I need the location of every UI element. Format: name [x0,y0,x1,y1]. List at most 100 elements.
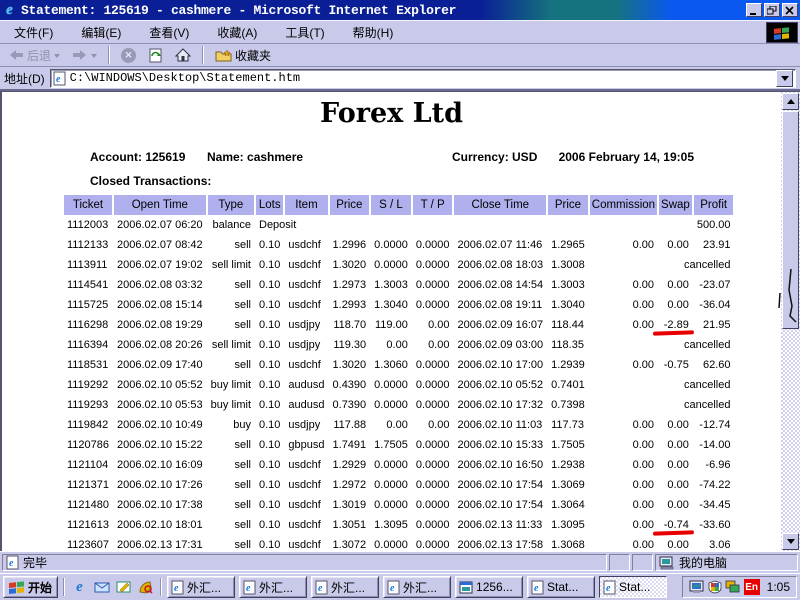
table-cell: 0.7390 [330,395,370,415]
restore-button[interactable] [764,3,780,17]
menu-edit[interactable]: 编辑(E) [81,24,121,41]
table-cell: usdjpy [285,335,327,355]
table-cell: 1.7505 [371,435,411,455]
table-cell: usdjpy [285,415,327,435]
svg-text:e: e [534,583,539,594]
home-button[interactable] [171,45,195,65]
taskbar-button-4[interactable]: e外汇... [383,576,451,598]
address-dropdown-button[interactable] [776,70,793,87]
status-panel-empty [632,554,653,571]
table-cell: 0.0000 [413,235,453,255]
close-button[interactable] [782,3,798,17]
taskbar-button-3[interactable]: e外汇... [311,576,379,598]
table-cell: 2006.02.13 11:33 [454,515,546,535]
table-row: 11214802006.02.10 17:38sell0.10usdchf1.3… [64,495,733,515]
table-cell: -14.00 [694,435,734,455]
taskbar-button-1[interactable]: e外汇... [167,576,235,598]
ie-quicklaunch-icon[interactable]: e [70,578,89,597]
table-cell: 1.2938 [548,455,588,475]
table-cell: 0.00 [590,435,657,455]
table-cell: 1.7491 [330,435,370,455]
network-monitors-icon[interactable] [725,580,741,594]
table-cell: -36.04 [694,295,734,315]
taskbar-button-7[interactable]: eStat... [599,576,667,598]
scroll-down-button[interactable] [782,533,799,550]
table-cell: buy limit [208,395,254,415]
language-indicator[interactable]: En [744,579,760,595]
taskbar-button-5[interactable]: 1256... [455,576,523,598]
menu-help[interactable]: 帮助(H) [353,24,394,41]
show-desktop-icon[interactable] [114,578,133,597]
scheduler-shield-icon[interactable] [708,580,722,594]
table-cell: 0.10 [256,235,283,255]
back-button[interactable]: 后退 [4,45,64,65]
favorites-button[interactable]: 收藏夹 [211,45,275,65]
table-cell: 2006.02.10 17:54 [454,475,546,495]
table-cell: 118.70 [330,315,370,335]
table-cell: -34.45 [694,495,734,515]
outlook-express-icon[interactable] [92,578,111,597]
taskbar-buttons: e外汇...e外汇...e外汇...e外汇...1256...eStat...e… [167,576,667,598]
forward-button[interactable] [68,45,101,65]
table-cell: 2006.02.10 11:03 [454,415,546,435]
table-cell: 2006.02.07 19:02 [114,255,206,275]
table-row: 11236072006.02.13 17:31sell0.10usdchf1.3… [64,535,733,551]
table-cell: 119.00 [371,315,411,335]
column-header: Open Time [114,195,206,215]
menu-tools[interactable]: 工具(T) [285,24,324,41]
closed-transactions-heading: Closed Transactions: [90,174,781,188]
menu-view[interactable]: 查看(V) [149,24,189,41]
table-cell: 1.2939 [548,355,588,375]
table-cell: 2006.02.10 16:50 [454,455,546,475]
table-cell: buy limit [208,375,254,395]
table-cell: 1.3068 [548,535,588,551]
column-header: Item [285,195,327,215]
task-button-label: 外汇... [403,579,437,596]
start-button[interactable]: 开始 [3,576,58,598]
ie-page-icon: e [603,580,616,595]
svg-text:e: e [606,583,611,594]
table-cell: 1116394 [64,335,112,355]
status-bar: e 完毕 我的电脑 [0,551,800,573]
table-cell: 2006.02.10 18:01 [114,515,206,535]
table-cell: 0.00 [659,535,692,551]
table-cell: 1116298 [64,315,112,335]
table-cell: 0.00 [590,455,657,475]
table-cell: 1.2972 [330,475,370,495]
table-cell: -23.07 [694,275,734,295]
table-cell: buy [208,415,254,435]
minimize-button[interactable] [746,3,762,17]
table-cell: 0.00 [590,515,657,535]
channels-icon[interactable] [136,578,155,597]
table-cell: 2006.02.08 18:03 [454,255,546,275]
table-cell: 2006.02.10 15:22 [114,435,206,455]
zone-text: 我的电脑 [679,554,727,571]
taskbar-button-6[interactable]: eStat... [527,576,595,598]
vertical-scrollbar[interactable] [781,92,800,551]
taskbar-button-2[interactable]: e外汇... [239,576,307,598]
display-settings-icon[interactable] [689,580,705,594]
table-cell: 1.3020 [330,355,370,375]
scrollbar-thumb[interactable] [782,111,799,329]
table-cell: 0.10 [256,435,283,455]
stop-button[interactable]: ✕ [117,45,140,65]
taskbar-clock[interactable]: 1:05 [767,580,790,594]
table-cell: 1.3019 [330,495,370,515]
table-row: 11207862006.02.10 15:22sell0.10gbpusd1.7… [64,435,733,455]
windows-flag-icon [773,26,791,40]
table-cell: 0.0000 [371,475,411,495]
table-cell: 1114541 [64,275,112,295]
refresh-button[interactable] [144,45,167,65]
table-row: 11213712006.02.10 17:26sell0.10usdchf1.2… [64,475,733,495]
table-cell: 117.73 [548,415,588,435]
toolbar-separator [202,46,204,64]
table-cell: 2006.02.10 05:52 [454,375,546,395]
address-input[interactable]: e C:\WINDOWS\Desktop\Statement.htm [50,69,796,88]
table-cell: usdchf [285,235,327,255]
menu-favorites[interactable]: 收藏(A) [217,24,257,41]
table-cell: 2006.02.08 03:32 [114,275,206,295]
table-cell: 0.00 [659,275,692,295]
scroll-up-button[interactable] [782,93,799,110]
menu-file[interactable]: 文件(F) [14,24,53,41]
table-cell: 0.00 [413,415,453,435]
